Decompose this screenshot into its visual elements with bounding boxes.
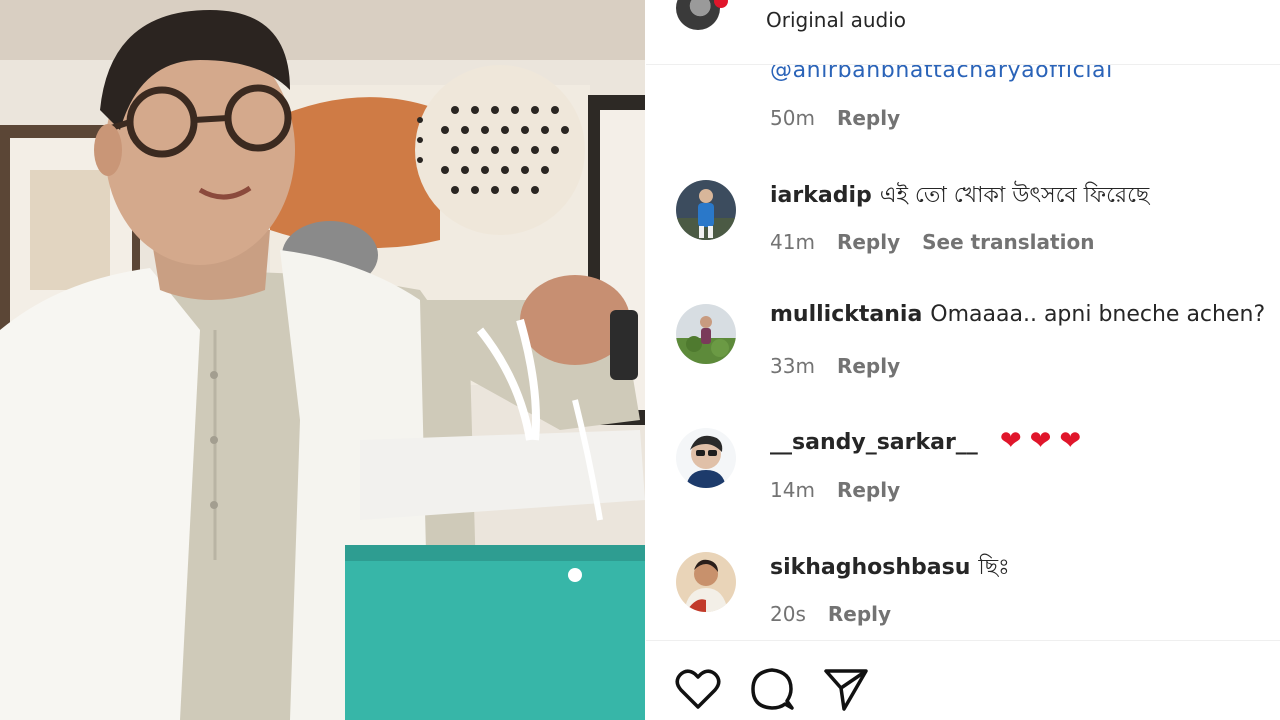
reply-button[interactable]: Reply bbox=[828, 602, 891, 626]
comment-body: ছিঃ bbox=[978, 555, 1010, 580]
comment-time: 41m bbox=[770, 230, 815, 254]
comment-time: 33m bbox=[770, 354, 815, 378]
like-button[interactable] bbox=[674, 665, 722, 713]
comment-item: iarkadip এই তো খোকা উৎসবে ফিরেছে 41m Repl… bbox=[646, 176, 1280, 286]
avatar[interactable] bbox=[676, 304, 736, 364]
comment-text: mullicktania Omaaaa.. apni bneche achen? bbox=[770, 302, 1265, 327]
avatar[interactable] bbox=[676, 180, 736, 240]
comment-meta: 41m Reply See translation bbox=[770, 230, 1094, 254]
avatar[interactable] bbox=[676, 552, 736, 612]
comment-body: এই তো খোকা উৎসবে ফিরেছে bbox=[879, 183, 1150, 208]
comment-meta: 14m Reply bbox=[770, 478, 900, 502]
audio-label[interactable]: Original audio bbox=[766, 8, 906, 32]
comment-username[interactable]: __sandy_sarkar__ bbox=[770, 430, 978, 455]
avatar-image bbox=[676, 180, 736, 240]
heart-icon bbox=[675, 669, 721, 709]
avatar-image bbox=[676, 552, 736, 612]
comment-button[interactable] bbox=[748, 665, 796, 713]
action-bar bbox=[646, 640, 1280, 720]
comment-item: mullicktania Omaaaa.. apni bneche achen? … bbox=[646, 300, 1280, 410]
video-frame[interactable] bbox=[0, 0, 645, 720]
comment-meta: 33m Reply bbox=[770, 354, 900, 378]
comments-panel: Original audio @anirbanbhattacharyaoffic… bbox=[646, 0, 1280, 720]
author-avatar[interactable] bbox=[676, 0, 720, 30]
reply-button[interactable]: Reply bbox=[837, 230, 900, 254]
comment-username[interactable]: sikhaghoshbasu bbox=[770, 555, 970, 580]
comment-username[interactable]: mullicktania bbox=[770, 302, 922, 327]
comment-text: __sandy_sarkar__ ❤❤❤ bbox=[770, 426, 1089, 456]
comment-text: iarkadip এই তো খোকা উৎসবে ফিরেছে bbox=[770, 178, 1149, 215]
story-ring-indicator bbox=[714, 0, 728, 8]
comment-body: Omaaaa.. apni bneche achen? bbox=[930, 302, 1266, 327]
avatar-image bbox=[676, 428, 736, 488]
comment-icon bbox=[751, 668, 794, 710]
reply-button[interactable]: Reply bbox=[837, 478, 900, 502]
comment-item: __sandy_sarkar__ ❤❤❤ 14m Reply bbox=[646, 424, 1280, 534]
avatar[interactable] bbox=[676, 428, 736, 488]
heart-emoji-icon: ❤❤❤ bbox=[999, 426, 1090, 456]
avatar-image bbox=[676, 304, 736, 364]
comment-time: 14m bbox=[770, 478, 815, 502]
reply-button[interactable]: Reply bbox=[837, 354, 900, 378]
comment-text: sikhaghoshbasu ছিঃ bbox=[770, 550, 1010, 587]
comment-meta: 20s Reply bbox=[770, 602, 891, 626]
see-translation-button[interactable]: See translation bbox=[922, 230, 1094, 254]
share-icon bbox=[824, 669, 868, 711]
caption-meta: 50m Reply bbox=[770, 106, 900, 130]
share-button[interactable] bbox=[822, 665, 870, 713]
caption-time: 50m bbox=[770, 106, 815, 130]
video-still bbox=[0, 0, 645, 720]
reply-button[interactable]: Reply bbox=[837, 106, 900, 130]
comment-username[interactable]: iarkadip bbox=[770, 183, 872, 208]
comment-time: 20s bbox=[770, 602, 806, 626]
post-header: Original audio bbox=[646, 0, 1280, 65]
